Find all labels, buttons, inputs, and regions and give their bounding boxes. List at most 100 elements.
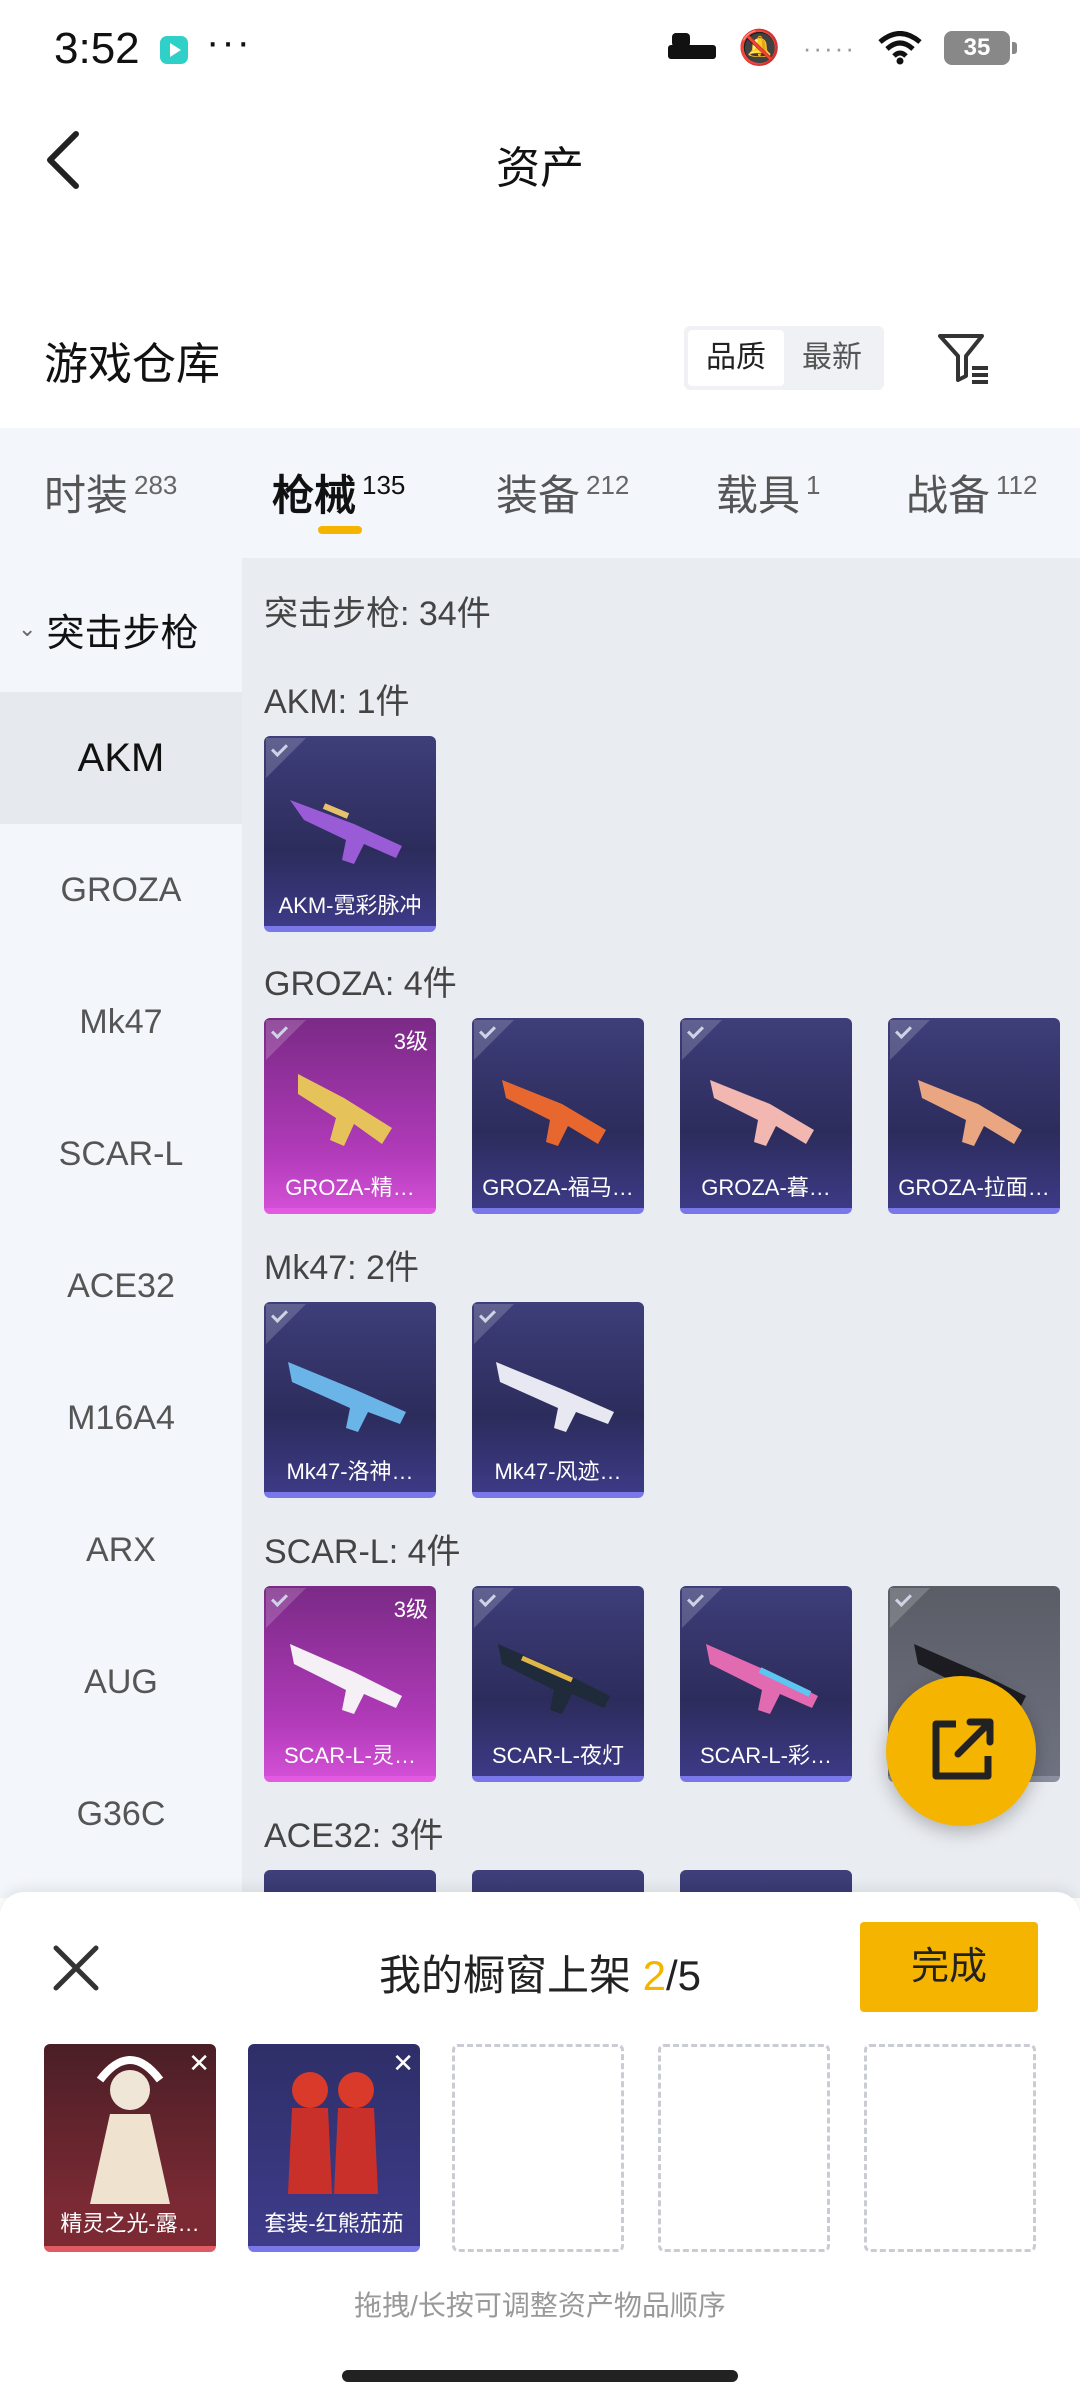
sort-quality-button[interactable]: 品质 [688,330,784,386]
sidebar-item-arx[interactable]: ARX [0,1484,242,1616]
weapon-card[interactable]: SCAR-L-夜灯 [472,1586,644,1782]
showcase-slot[interactable]: ✕ 套装-红熊茄茄 [248,2044,420,2252]
rifle-icon [298,1074,392,1146]
showcase-slot[interactable]: ✕ 精灵之光-露… [44,2044,216,2252]
weapon-name: SCAR-L-夜灯 [491,1743,624,1768]
more-notifications: ··· [206,20,252,64]
sidebar-item-g36c[interactable]: G36C [0,1748,242,1880]
weapon-card[interactable]: SCAR-L-彩… [680,1586,852,1782]
sidebar-item-ace32[interactable]: ACE32 [0,1220,242,1352]
weapon-card[interactable]: AKM-霓彩脉冲 [264,736,436,932]
tab-guns[interactable]: 枪械 135 [272,462,405,523]
weapon-card[interactable]: Mk47-洛神… [264,1302,436,1498]
sidebar-item-m16a4[interactable]: M16A4 [0,1352,242,1484]
done-button[interactable]: 完成 [860,1922,1038,2012]
weapon-name: GROZA-暮… [701,1175,831,1200]
weapon-name: SCAR-L-彩… [699,1743,832,1768]
clock: 3:52 [54,24,140,73]
remove-slot-icon[interactable]: ✕ [392,2048,414,2079]
weapon-card[interactable]: GROZA-拉面… [888,1018,1060,1214]
weapon-name: GROZA-精… [285,1175,415,1200]
filter-icon[interactable] [936,330,992,386]
tab-label: 装备 [496,472,581,519]
rifle-icon [496,1362,614,1432]
bed-icon [668,31,717,65]
sort-newest-button[interactable]: 最新 [784,330,880,386]
share-icon [932,1718,994,1780]
warehouse-title: 游戏仓库 [44,340,220,389]
battery-icon: 35 [944,31,1017,65]
weapon-name: SCAR-L-灵… [283,1743,416,1768]
tab-count: 112 [996,470,1038,500]
section-title-ace32: ACE32: 3件 [264,1817,444,1855]
level-badge: 3级 [393,1597,428,1622]
weapon-card[interactable]: Mk47-风迹… [472,1302,644,1498]
signal-dots: ····· [802,32,856,63]
rifle-icon [288,1362,406,1432]
slot-name: 套装-红熊茄茄 [264,2211,404,2236]
share-button[interactable] [886,1676,1036,1826]
home-indicator[interactable] [342,2370,738,2382]
showcase-count-total: /5 [666,1952,702,1999]
tab-count: 135 [362,470,406,500]
rifle-icon [498,1644,610,1714]
remove-slot-icon[interactable]: ✕ [188,2048,210,2079]
chevron-down-icon: ⌄ [18,616,37,641]
rifle-icon [706,1644,818,1714]
rifle-icon [290,1644,402,1714]
reorder-hint: 拖拽/长按可调整资产物品顺序 [354,2290,726,2321]
page-title: 资产 [496,144,584,193]
sidebar-item-groza[interactable]: GROZA [0,824,242,956]
tab-count: 283 [134,470,178,500]
weapon-name: Mk47-风迹… [494,1459,622,1484]
weapon-name: GROZA-拉面… [898,1175,1050,1200]
sort-toggle: 品质 最新 [684,326,884,390]
weapon-type-sidebar: ⌄ 突击步枪 AKM GROZA Mk47 SCAR-L ACE32 M16A4… [0,558,242,1898]
tab-vehicles[interactable]: 载具 1 [716,462,820,523]
showcase-slot-empty[interactable] [864,2044,1036,2252]
tab-count: 212 [586,470,630,500]
showcase-slot-empty[interactable] [452,2044,624,2252]
weapon-name: Mk47-洛神… [286,1459,414,1484]
showcase-title-text: 我的橱窗上架 [378,1952,631,1999]
sidebar-item-akm[interactable]: AKM [0,692,242,824]
sidebar-item-mk47[interactable]: Mk47 [0,956,242,1088]
section-title-groza: GROZA: 4件 [264,965,457,1003]
sidebar-group-assault-rifles[interactable]: ⌄ 突击步枪 [0,594,242,664]
status-bar: 3:52 ··· 🔕 ····· 35 [0,0,1080,100]
tab-label: 枪械 [272,472,357,519]
rifle-icon [290,800,402,864]
wifi-icon [878,31,922,65]
top-nav: 资产 [0,110,1080,210]
section-title-mk47: Mk47: 2件 [264,1249,419,1287]
sidebar-item-scar-l[interactable]: SCAR-L [0,1088,242,1220]
weapon-card[interactable]: GROZA-暮… [680,1018,852,1214]
weapon-card[interactable]: 3级 GROZA-精… [264,1018,436,1214]
weapon-name: GROZA-福马… [482,1175,634,1200]
showcase-count-current: 2 [642,1952,666,1999]
showcase-slot-empty[interactable] [658,2044,830,2252]
mute-bell-icon: 🔕 [738,29,781,67]
tab-count: 1 [806,470,821,500]
rifle-icon [710,1080,814,1146]
tab-fashion[interactable]: 时装 283 [44,462,177,523]
tab-supplies[interactable]: 战备 112 [906,462,1037,523]
level-badge: 3级 [393,1029,428,1054]
sidebar-group-label: 突击步枪 [46,612,199,655]
tab-label: 战备 [906,472,991,519]
weapon-card[interactable]: GROZA-福马… [472,1018,644,1214]
tab-equipment[interactable]: 装备 212 [496,462,629,523]
rifle-icon [502,1080,606,1146]
category-total: 突击步枪: 34件 [264,595,491,633]
weapon-name: AKM-霓彩脉冲 [278,893,422,918]
sidebar-item-aug[interactable]: AUG [0,1616,242,1748]
active-tab-indicator [318,526,362,534]
app-icon [160,36,188,64]
weapon-card[interactable]: 3级 SCAR-L-灵… [264,1586,436,1782]
showcase-sheet: 我的橱窗上架 2/5 完成 ✕ 精灵之光-露… ✕ 套装-红熊茄茄 拖拽/长按可… [0,1892,1080,2400]
category-tabs: 时装 283 枪械 135 装备 212 载具 1 战备 112 [0,428,1080,558]
tab-label: 时装 [44,472,129,519]
section-title-scar-l: SCAR-L: 4件 [264,1533,461,1571]
rifle-icon [918,1080,1022,1146]
section-title-akm: AKM: 1件 [264,683,410,721]
